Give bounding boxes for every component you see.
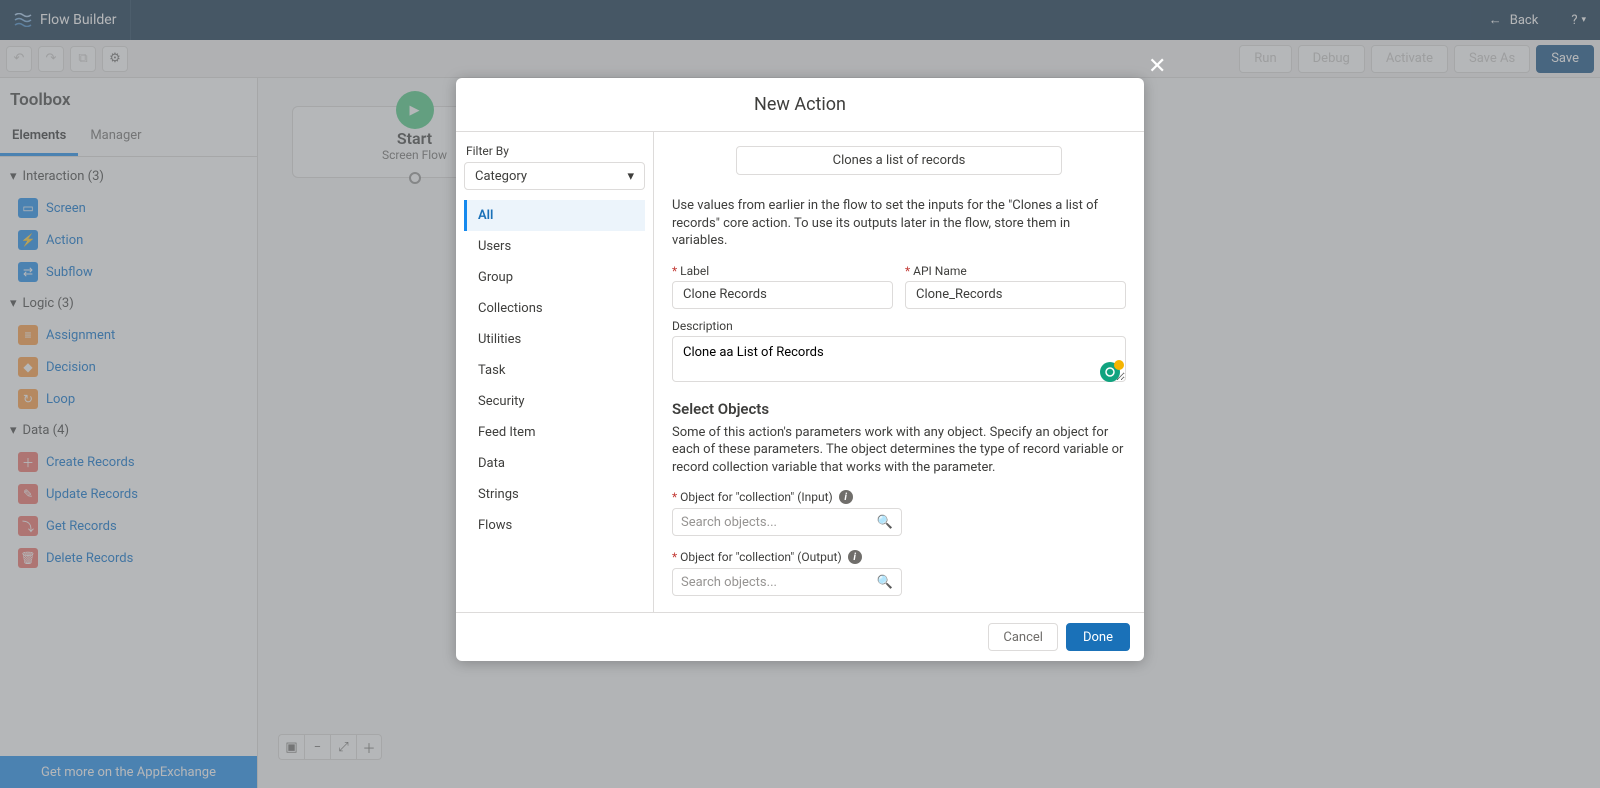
- category-security[interactable]: Security: [464, 386, 645, 417]
- label-input[interactable]: [672, 281, 893, 309]
- new-action-modal: ✕ New Action Filter By Category ▾ All Us…: [456, 78, 1144, 661]
- category-all[interactable]: All: [464, 200, 645, 231]
- description-field-label: Description: [672, 319, 1126, 333]
- search-icon: 🔍: [877, 515, 893, 530]
- category-task[interactable]: Task: [464, 355, 645, 386]
- close-icon: ✕: [1148, 54, 1166, 79]
- object-input-search[interactable]: Search objects... 🔍: [672, 508, 902, 536]
- object-input-label: Object for "collection" (Input)i: [672, 490, 1126, 504]
- filter-by-select[interactable]: Category ▾: [464, 162, 645, 190]
- category-list: All Users Group Collections Utilities Ta…: [464, 200, 645, 541]
- select-objects-title: Select Objects: [672, 400, 1126, 418]
- cancel-button[interactable]: Cancel: [988, 623, 1058, 651]
- category-group[interactable]: Group: [464, 262, 645, 293]
- category-users[interactable]: Users: [464, 231, 645, 262]
- filter-panel: Filter By Category ▾ All Users Group Col…: [456, 132, 654, 612]
- search-icon: 🔍: [877, 575, 893, 590]
- filter-by-label: Filter By: [464, 144, 645, 158]
- search-placeholder: Search objects...: [681, 575, 777, 590]
- info-icon[interactable]: i: [848, 550, 862, 564]
- modal-overlay: ✕ New Action Filter By Category ▾ All Us…: [0, 0, 1600, 788]
- chevron-down-icon: ▾: [627, 169, 634, 184]
- category-utilities[interactable]: Utilities: [464, 324, 645, 355]
- selected-action-name[interactable]: Clones a list of records: [736, 146, 1062, 175]
- api-name-field-label: API Name: [905, 264, 1126, 278]
- category-feed-item[interactable]: Feed Item: [464, 417, 645, 448]
- grammarly-alert-icon: [1114, 360, 1124, 370]
- info-icon[interactable]: i: [839, 490, 853, 504]
- done-button[interactable]: Done: [1066, 623, 1130, 651]
- category-flows[interactable]: Flows: [464, 510, 645, 541]
- filter-by-value: Category: [475, 169, 527, 184]
- close-button[interactable]: ✕: [1148, 54, 1172, 78]
- action-help-text: Use values from earlier in the flow to s…: [672, 197, 1126, 250]
- category-collections[interactable]: Collections: [464, 293, 645, 324]
- category-data[interactable]: Data: [464, 448, 645, 479]
- search-placeholder: Search objects...: [681, 515, 777, 530]
- object-output-label: Object for "collection" (Output)i: [672, 550, 1126, 564]
- category-strings[interactable]: Strings: [464, 479, 645, 510]
- modal-footer: Cancel Done: [456, 612, 1144, 661]
- label-field-label: Label: [672, 264, 893, 278]
- object-output-search[interactable]: Search objects... 🔍: [672, 568, 902, 596]
- select-objects-help: Some of this action's parameters work wi…: [672, 424, 1126, 477]
- modal-title: New Action: [456, 78, 1144, 132]
- api-name-input[interactable]: [905, 281, 1126, 309]
- description-input[interactable]: [672, 336, 1126, 382]
- action-config-panel: Clones a list of records Use values from…: [654, 132, 1144, 612]
